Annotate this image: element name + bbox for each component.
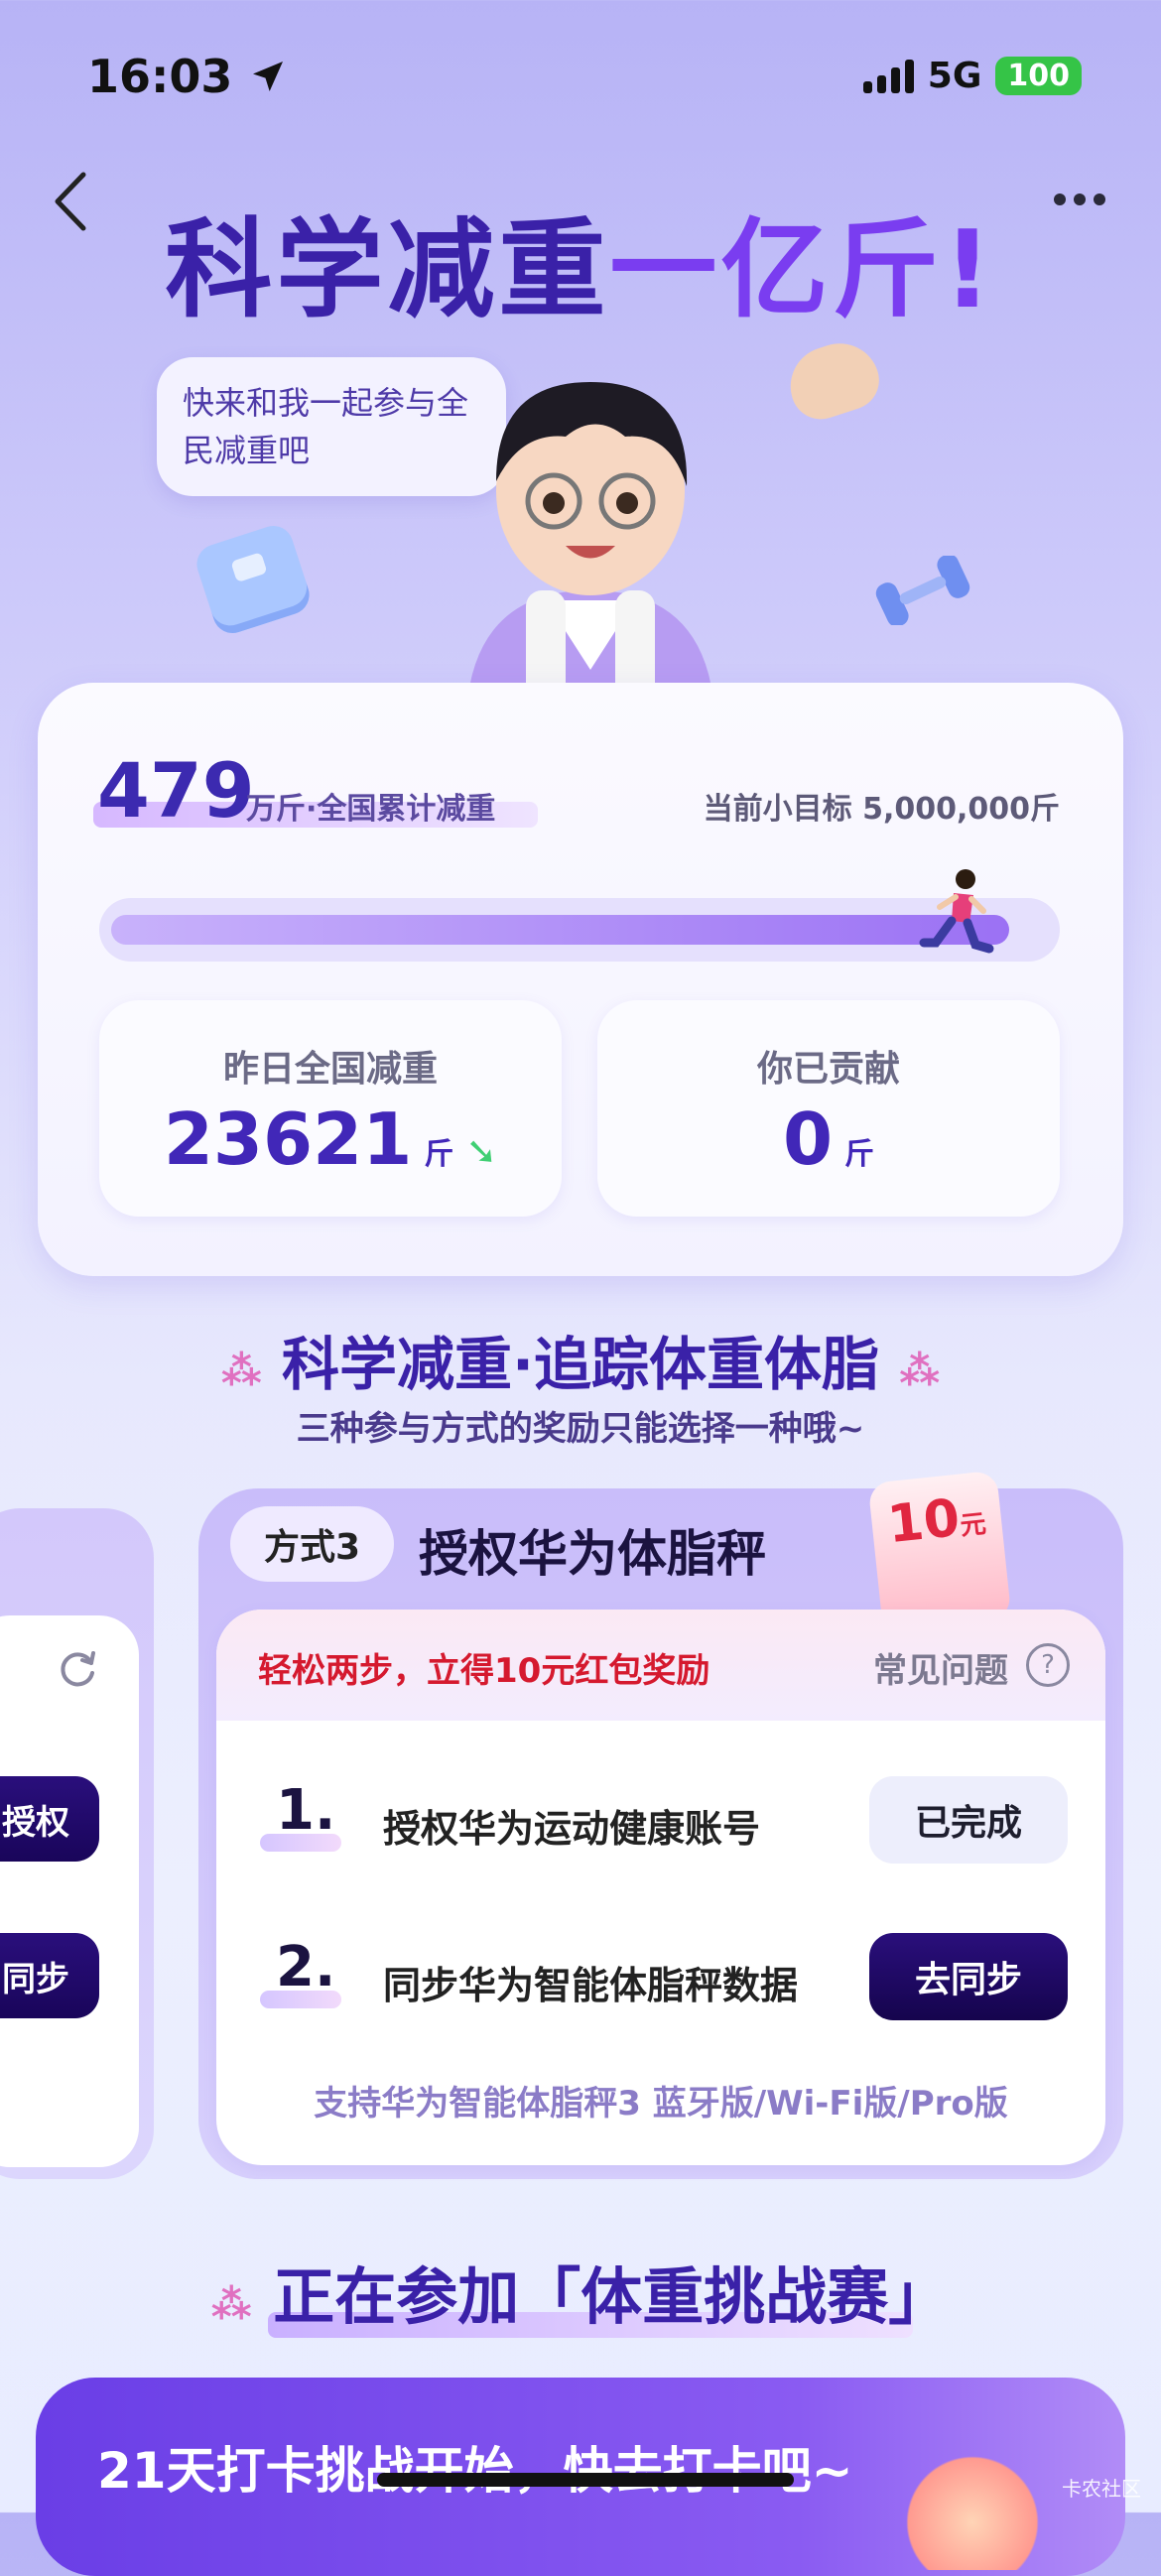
step-number-1: 1. [276, 1778, 336, 1843]
yesterday-value: 23621 [163, 1097, 413, 1181]
contribution-label: 你已贡献 [756, 1049, 900, 1090]
reward-amount: 10 [884, 1487, 963, 1556]
sparkle-icon: ⁂ [220, 1349, 262, 1394]
contribution-value: 0 [782, 1097, 834, 1181]
peek-sync-button[interactable]: 同步 [0, 1933, 99, 2018]
step1-done-button[interactable]: 已完成 [869, 1776, 1068, 1864]
location-arrow-icon [253, 62, 284, 91]
page-title: 科学减重一亿斤! [0, 184, 1161, 338]
total-loss-label: 万斤·全国累计减重 [246, 792, 496, 827]
step-text-2: 同步华为智能体脂秤数据 [383, 1964, 799, 2007]
section-title: ⁂ 科学减重·追踪体重体脂 ⁂ [220, 1331, 941, 1398]
muscle-arm-icon [780, 332, 887, 428]
step-text-1: 授权华为运动健康账号 [383, 1807, 761, 1851]
mascot-avatar [466, 382, 714, 709]
battery-indicator: 100 [995, 57, 1082, 95]
dumbbell-icon [875, 556, 970, 625]
contribution-stat-card: 你已贡献 0 斤 [597, 1000, 1060, 1217]
down-arrow-icon: ➘ [465, 1129, 498, 1173]
contribution-value-row: 0 斤 [783, 1097, 874, 1181]
yesterday-value-row: 23621 斤 ➘ [164, 1097, 497, 1181]
method-tag: 方式3 [230, 1506, 394, 1582]
runner-icon [919, 869, 994, 954]
step-number-2: 2. [276, 1935, 336, 1999]
yesterday-label: 昨日全国减重 [222, 1049, 438, 1090]
progress-fill [111, 915, 1009, 945]
method-name: 授权华为体脂秤 [419, 1525, 766, 1583]
section-subtitle: 三种参与方式的奖励只能选择一种哦~ [296, 1409, 865, 1449]
banner-decoration [893, 2451, 1052, 2570]
status-indicators: 5G 100 [862, 56, 1082, 96]
contribution-unit: 斤 [844, 1137, 875, 1172]
scale-icon [192, 520, 315, 639]
promo-text: 轻松两步，立得10元红包奖励 [258, 1651, 710, 1691]
challenge-title: ⁂ 正在参加「体重挑战赛」 [210, 2260, 951, 2333]
signal-icon [862, 59, 914, 93]
home-indicator[interactable] [377, 2473, 794, 2487]
yesterday-unit: 斤 [424, 1137, 454, 1172]
faq-link[interactable]: 常见问题 [873, 1643, 1008, 1692]
sync-button[interactable]: 去同步 [869, 1933, 1068, 2020]
refresh-icon[interactable] [56, 1647, 99, 1691]
question-circle-icon[interactable]: ? [1026, 1643, 1070, 1687]
sparkle-icon: ⁂ [210, 2282, 252, 2328]
red-packet-badge: 10元 [867, 1470, 1012, 1632]
title-part1: 科学减重 [165, 208, 610, 332]
goal-label: 当前小目标 5,000,000斤 [703, 792, 1060, 827]
peek-authorize-button[interactable]: 授权 [0, 1776, 99, 1862]
reward-unit: 元 [959, 1509, 988, 1542]
title-part2: 一亿斤! [609, 208, 996, 332]
method-card-previous-inner [0, 1615, 139, 2167]
network-label: 5G [927, 56, 982, 96]
watermark: 卡农社区 [1062, 2477, 1141, 2501]
total-loss-value: 479 [97, 746, 255, 835]
yesterday-stat-card: 昨日全国减重 23621 斤 ➘ [99, 1000, 562, 1217]
status-time: 16:03 [87, 50, 288, 103]
sparkle-icon: ⁂ [899, 1349, 941, 1394]
challenge-banner-text: 21天打卡挑战开始，快去打卡吧~ [97, 2442, 853, 2500]
support-note: 支持华为智能体脂秤3 蓝牙版/Wi-Fi版/Pro版 [314, 2084, 1008, 2124]
